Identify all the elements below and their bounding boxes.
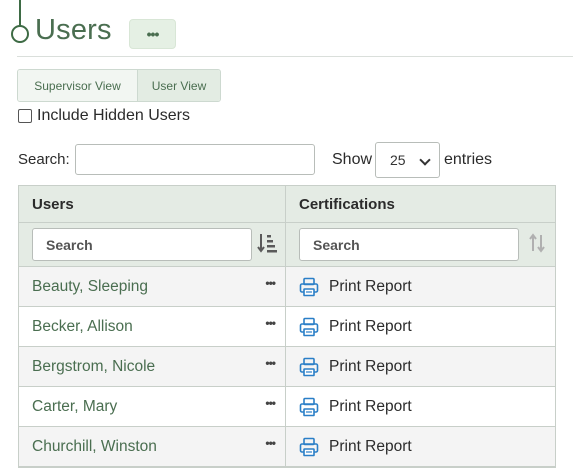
certification-cell: Print Report <box>286 387 555 426</box>
certification-cell: Print Report <box>286 347 555 386</box>
print-report-label: Print Report <box>329 277 412 295</box>
certification-cell: Print Report <box>286 307 555 346</box>
table-row: Carter, Mary ••• Print Report <box>19 387 555 427</box>
timeline-line <box>19 0 21 26</box>
printer-icon <box>299 317 319 336</box>
title-divider <box>17 56 573 57</box>
certifications-filter-input[interactable]: Search <box>299 228 519 261</box>
row-menu-icon[interactable]: ••• <box>265 276 276 290</box>
ellipsis-icon: ••• <box>146 26 160 42</box>
table-row: Becker, Allison ••• Print Report <box>19 307 555 347</box>
table-row: Beauty, Sleeping ••• Print Report <box>19 267 555 307</box>
table-row: Churchill, Winston ••• Print Report <box>19 427 555 467</box>
filter-cell-users: Search <box>19 223 286 266</box>
filter-cell-certifications: Search <box>286 223 555 266</box>
row-menu-icon[interactable]: ••• <box>265 436 276 450</box>
user-cell: Carter, Mary ••• <box>19 387 286 426</box>
include-hidden-checkbox[interactable] <box>18 109 32 123</box>
include-hidden-label[interactable]: Include Hidden Users <box>37 107 190 125</box>
user-name-link[interactable]: Churchill, Winston <box>32 438 157 456</box>
row-menu-icon[interactable]: ••• <box>265 356 276 370</box>
printer-icon <box>299 277 319 296</box>
table-header-row: Users Certifications <box>19 186 555 223</box>
search-input[interactable] <box>75 144 315 175</box>
user-name-link[interactable]: Becker, Allison <box>32 318 133 336</box>
user-view-button[interactable]: User View <box>138 70 220 101</box>
print-report-link[interactable]: Print Report <box>299 317 412 337</box>
user-cell: Beauty, Sleeping ••• <box>19 267 286 306</box>
column-header-users[interactable]: Users <box>19 186 286 222</box>
print-report-label: Print Report <box>329 397 412 415</box>
users-filter-input[interactable]: Search <box>32 228 252 261</box>
user-cell: Churchill, Winston ••• <box>19 427 286 466</box>
include-hidden-users: Include Hidden Users <box>18 107 190 125</box>
chevron-down-icon <box>419 154 431 166</box>
sort-ascending-icon[interactable] <box>257 232 277 254</box>
supervisor-view-button[interactable]: Supervisor View <box>18 70 138 101</box>
print-report-link[interactable]: Print Report <box>299 277 412 297</box>
sort-both-icon[interactable] <box>527 232 547 254</box>
search-label: Search: <box>18 151 70 168</box>
certification-cell: Print Report <box>286 427 555 466</box>
user-cell: Bergstrom, Nicole ••• <box>19 347 286 386</box>
certification-cell: Print Report <box>286 267 555 306</box>
show-label: Show <box>332 151 373 168</box>
table-filter-row: Search Search <box>19 223 555 267</box>
printer-icon <box>299 397 319 416</box>
table-row: Bergstrom, Nicole ••• Print Report <box>19 347 555 387</box>
entries-label: entries <box>444 151 493 168</box>
user-name-link[interactable]: Beauty, Sleeping <box>32 278 148 296</box>
row-menu-icon[interactable]: ••• <box>265 316 276 330</box>
print-report-label: Print Report <box>329 317 412 335</box>
row-menu-icon[interactable]: ••• <box>265 396 276 410</box>
print-report-label: Print Report <box>329 357 412 375</box>
print-report-label: Print Report <box>329 437 412 455</box>
user-name-link[interactable]: Bergstrom, Nicole <box>32 358 155 376</box>
user-name-link[interactable]: Carter, Mary <box>32 398 117 416</box>
column-header-certifications[interactable]: Certifications <box>286 186 555 222</box>
print-report-link[interactable]: Print Report <box>299 437 412 457</box>
page-length-select[interactable]: 25 <box>375 142 440 178</box>
timeline-node-icon <box>11 25 29 43</box>
printer-icon <box>299 357 319 376</box>
page-length-value: 25 <box>390 152 406 168</box>
print-report-link[interactable]: Print Report <box>299 357 412 377</box>
view-toggle: Supervisor View User View <box>17 69 221 102</box>
page-title: Users <box>35 14 112 46</box>
printer-icon <box>299 437 319 456</box>
user-cell: Becker, Allison ••• <box>19 307 286 346</box>
page-menu-button[interactable]: ••• <box>129 19 176 49</box>
users-table: Users Certifications Search Search Beaut… <box>18 185 556 468</box>
print-report-link[interactable]: Print Report <box>299 397 412 417</box>
